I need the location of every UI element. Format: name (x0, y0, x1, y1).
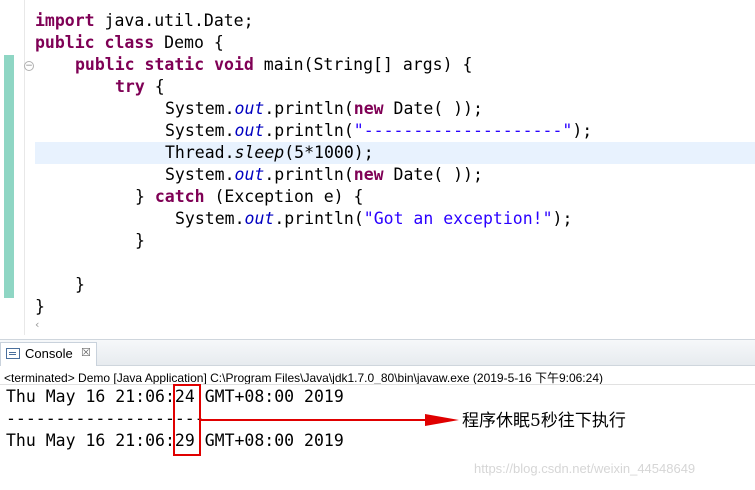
console-tab-label: Console (25, 346, 73, 361)
code-line-11[interactable]: } (135, 230, 145, 252)
code-text: } (135, 187, 155, 206)
code-text: (Exception e) { (204, 187, 364, 206)
code-text: java.util.Date; (94, 11, 254, 30)
code-text: System. (165, 99, 235, 118)
static-field: out (234, 99, 265, 118)
keyword: catch (154, 187, 205, 206)
code-line-5[interactable]: System.out.println(new Date( )); (165, 98, 483, 120)
current-line-highlight (35, 142, 755, 164)
keyword: public (35, 33, 95, 52)
code-line-2[interactable]: public class Demo { (35, 32, 224, 54)
code-text: ); (572, 121, 593, 140)
code-text: .println( (264, 165, 354, 184)
code-editor[interactable]: − import java.util.Date; public class De… (0, 0, 755, 335)
static-field: out (234, 121, 265, 140)
watermark: https://blog.csdn.net/weixin_44548649 (474, 461, 696, 476)
console-icon (6, 348, 20, 359)
code-line-6[interactable]: System.out.println("--------------------… (165, 120, 592, 142)
keyword: class (104, 33, 155, 52)
output-text: Thu May 16 21:06: (6, 431, 175, 450)
annotation-text: 程序休眠5秒往下执行 (462, 411, 626, 431)
tab-console[interactable]: Console ☒ (0, 342, 97, 366)
code-text: Date( )); (383, 165, 483, 184)
code-text: { (144, 77, 165, 96)
ruler-separator (24, 0, 25, 335)
highlight-box (173, 384, 201, 456)
code-text: .println( (264, 121, 354, 140)
keyword: static (144, 55, 205, 74)
static-field: out (244, 209, 275, 228)
output-text: Thu May 16 21:06: (6, 387, 175, 406)
code-text: Date( )); (383, 99, 483, 118)
code-text: System. (165, 121, 235, 140)
code-line-13[interactable]: } (35, 296, 45, 318)
code-text: System. (175, 209, 245, 228)
code-line-4[interactable]: try { (115, 76, 165, 98)
code-line-8[interactable]: System.out.println(new Date( )); (165, 164, 483, 186)
divider (0, 384, 755, 385)
fold-toggle-icon[interactable]: − (24, 61, 34, 71)
scroll-left-icon[interactable]: ‹ (35, 318, 39, 331)
close-icon[interactable]: ☒ (81, 346, 91, 359)
change-indicator-bar (4, 55, 14, 298)
annotation-arrow-line (199, 419, 427, 421)
code-text: System. (165, 165, 235, 184)
console-view-header: Console ☒ (0, 339, 755, 366)
keyword: try (115, 77, 145, 96)
code-text: Thread. (165, 143, 235, 162)
code-text: (5*1000); (284, 143, 374, 162)
string-literal: "--------------------" (353, 121, 573, 140)
horizontal-scrollbar[interactable]: ‹ (35, 318, 755, 332)
static-field: out (234, 165, 265, 184)
code-text: main(String[] args) { (253, 55, 473, 74)
code-text: } (135, 231, 145, 250)
code-line-7[interactable]: Thread.sleep(5*1000); (165, 142, 374, 164)
output-text: GMT+08:00 2019 (194, 431, 344, 450)
code-text: } (35, 297, 45, 316)
keyword: public (75, 55, 135, 74)
code-line-3[interactable]: public static void main(String[] args) { (75, 54, 472, 76)
static-method: sleep (234, 143, 285, 162)
code-line-12[interactable]: } (75, 274, 85, 296)
code-line-1[interactable]: import java.util.Date; (35, 10, 254, 32)
code-line-10[interactable]: System.out.println("Got an exception!"); (175, 208, 572, 230)
keyword: import (35, 11, 95, 30)
output-text: GMT+08:00 2019 (194, 387, 344, 406)
string-literal: "Got an exception!" (363, 209, 553, 228)
code-text: .println( (264, 99, 354, 118)
code-text: } (75, 275, 85, 294)
code-line-9[interactable]: } catch (Exception e) { (135, 186, 364, 208)
keyword: new (353, 99, 384, 118)
keyword: new (353, 165, 384, 184)
keyword: void (214, 55, 254, 74)
code-text: Demo { (154, 33, 224, 52)
code-text: .println( (274, 209, 364, 228)
code-text: ); (552, 209, 573, 228)
arrow-right-icon (425, 414, 459, 426)
